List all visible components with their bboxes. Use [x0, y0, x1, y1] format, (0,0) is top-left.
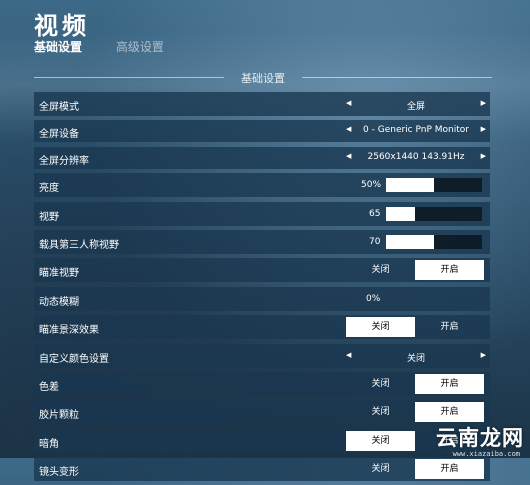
setting-row-vehicle-third-person-fov[interactable]: 载具第三人称视野 70: [34, 229, 490, 254]
brightness-slider[interactable]: [386, 178, 482, 193]
setting-row-vignette[interactable]: 暗角 关闭 开启: [34, 428, 490, 453]
fov-slider[interactable]: [386, 206, 482, 221]
setting-row-aim-fov[interactable]: 瞄准视野 关闭 开启: [34, 258, 490, 283]
slider-value: 50%: [361, 180, 382, 191]
setting-label: 瞄准景深效果: [39, 325, 99, 337]
lens-distortion-toggle[interactable]: 关闭 开启: [346, 459, 484, 480]
arrow-right-icon[interactable]: ▶: [481, 351, 486, 359]
setting-label: 全屏设备: [39, 129, 79, 141]
slider-fill: [386, 206, 415, 221]
toggle-off-option[interactable]: 关闭: [346, 260, 415, 280]
slider-fill: [386, 234, 434, 249]
watermark-logo: 云南龙网: [436, 426, 524, 450]
setting-row-chromatic-aberration[interactable]: 色差 关闭 开启: [34, 371, 490, 396]
setting-label: 胶片颗粒: [39, 410, 79, 422]
setting-label: 色差: [39, 381, 59, 393]
setting-row-fullscreen-device[interactable]: 全屏设备 ◀ 0 - Generic PnP Monitor ▶: [34, 120, 490, 143]
fullscreen-device-selector[interactable]: ◀ 0 - Generic PnP Monitor ▶: [346, 120, 486, 142]
setting-row-fullscreen-resolution[interactable]: 全屏分辨率 ◀ 2560x1440 143.91Hz ▶: [34, 146, 490, 169]
selector-value: 关闭: [406, 353, 425, 364]
section-header: 基础设置: [34, 70, 492, 85]
film-grain-toggle[interactable]: 关闭 开启: [346, 402, 484, 423]
motion-blur-value: 0%: [366, 293, 381, 304]
setting-label: 镜头变形: [39, 467, 79, 479]
toggle-off-option[interactable]: 关闭: [346, 430, 415, 451]
setting-row-fullscreen-mode[interactable]: 全屏模式 ◀ 全屏 ▶: [34, 92, 490, 116]
setting-label: 瞄准视野: [39, 268, 79, 280]
slider-fill: [386, 178, 434, 193]
setting-label: 全屏分辨率: [39, 155, 89, 167]
selector-value: 2560x1440 143.91Hz: [367, 151, 465, 162]
watermark-url: www.xiazaiba.com: [452, 450, 520, 458]
toggle-off-option[interactable]: 关闭: [346, 402, 415, 422]
setting-label: 视野: [39, 211, 59, 223]
selector-value: 全屏: [406, 102, 425, 112]
setting-label: 载具第三人称视野: [39, 239, 119, 251]
setting-row-film-grain[interactable]: 胶片颗粒 关闭 开启: [34, 400, 490, 425]
toggle-on-option[interactable]: 开启: [415, 260, 484, 281]
chromatic-aberration-toggle[interactable]: 关闭 开启: [346, 373, 484, 394]
fullscreen-resolution-selector[interactable]: ◀ 2560x1440 143.91Hz ▶: [346, 147, 486, 169]
setting-row-brightness[interactable]: 亮度 50%: [34, 173, 490, 198]
toggle-on-option[interactable]: 开启: [415, 459, 484, 480]
toggle-off-option[interactable]: 关闭: [346, 459, 415, 479]
setting-label: 亮度: [39, 183, 59, 195]
setting-row-aim-dof[interactable]: 瞄准景深效果 关闭 开启: [34, 315, 490, 340]
custom-color-selector[interactable]: ◀ 关闭 ▶: [346, 344, 486, 368]
setting-row-motion-blur[interactable]: 动态模糊 0%: [34, 286, 490, 311]
setting-row-fov[interactable]: 视野 65: [34, 201, 490, 226]
toggle-off-option[interactable]: 关闭: [346, 374, 415, 394]
toggle-on-option[interactable]: 开启: [415, 373, 484, 394]
aim-fov-toggle[interactable]: 关闭 开启: [346, 260, 484, 281]
arrow-right-icon[interactable]: ▶: [481, 99, 486, 107]
page-title: 视频: [34, 12, 90, 40]
setting-label: 全屏模式: [39, 102, 79, 113]
tab-basic-settings[interactable]: 基础设置: [34, 38, 82, 55]
selector-value: 0 - Generic PnP Monitor: [363, 125, 469, 136]
slider-value: 70: [369, 236, 381, 247]
aim-dof-toggle[interactable]: 关闭 开启: [346, 317, 484, 338]
setting-row-custom-color[interactable]: 自定义颜色设置 ◀ 关闭 ▶: [34, 343, 490, 368]
toggle-on-option[interactable]: 开启: [415, 317, 484, 337]
setting-row-lens-distortion[interactable]: 镜头变形 关闭 开启: [34, 457, 490, 482]
settings-list: 全屏模式 ◀ 全屏 ▶ 全屏设备 ◀ 0 - Generic PnP Monit…: [34, 92, 490, 485]
arrow-right-icon[interactable]: ▶: [481, 125, 486, 133]
setting-label: 动态模糊: [39, 296, 79, 308]
toggle-off-option[interactable]: 关闭: [346, 317, 415, 338]
setting-label: 自定义颜色设置: [39, 353, 109, 365]
setting-label: 暗角: [39, 438, 59, 450]
fullscreen-mode-selector[interactable]: ◀ 全屏 ▶: [346, 92, 486, 116]
tab-advanced-settings[interactable]: 高级设置: [116, 38, 164, 55]
settings-tabs: 基础设置 高级设置: [34, 38, 194, 55]
toggle-on-option[interactable]: 开启: [415, 402, 484, 423]
slider-value: 65: [369, 208, 381, 219]
vehicle-fov-slider[interactable]: [386, 234, 482, 249]
arrow-right-icon[interactable]: ▶: [481, 152, 486, 160]
